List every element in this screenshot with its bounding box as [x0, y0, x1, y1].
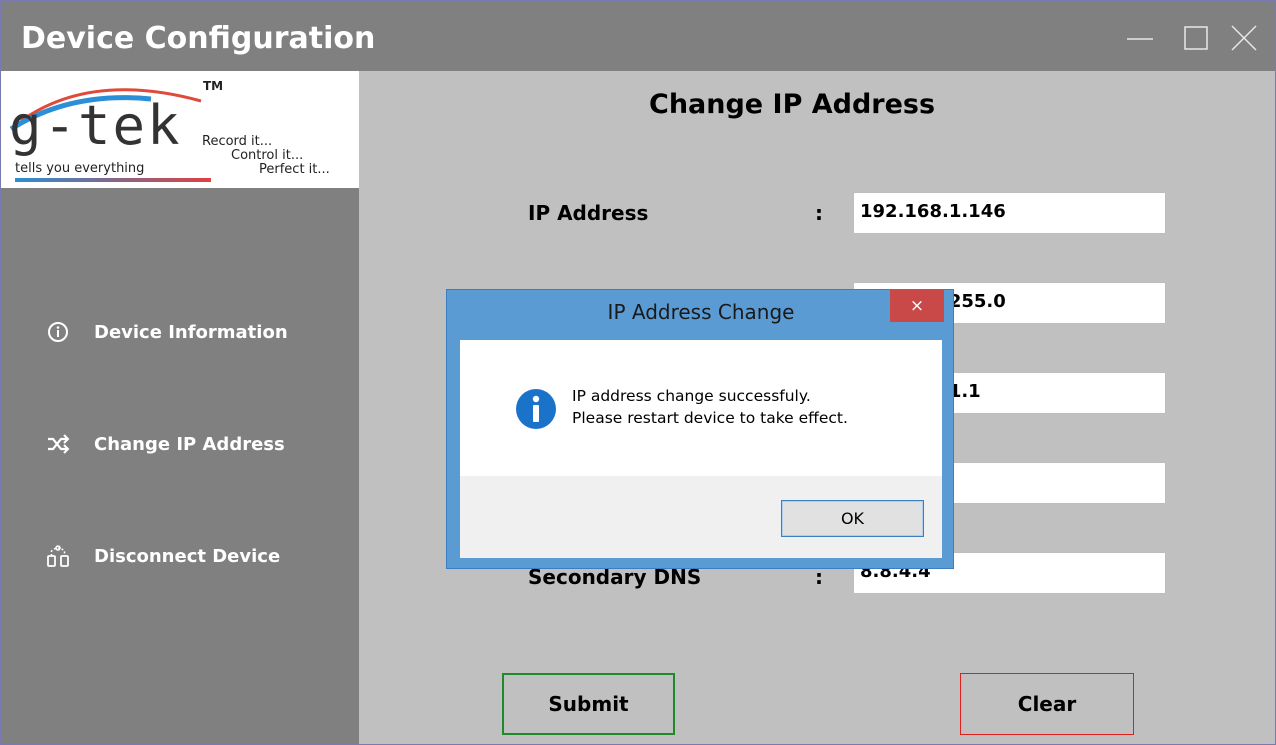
- ok-button[interactable]: OK: [781, 500, 924, 537]
- logo-underline: [15, 178, 211, 182]
- dialog-message-line-1: IP address change successfuly.: [572, 387, 811, 405]
- sidebar-item-device-information[interactable]: Device Information: [1, 307, 359, 357]
- logo-tagline: tells you everything: [15, 161, 145, 176]
- sidebar-item-label: Change IP Address: [94, 433, 285, 455]
- ip-address-field[interactable]: 192.168.1.146: [853, 192, 1166, 234]
- submit-button[interactable]: Submit: [502, 673, 675, 735]
- dialog-message-line-2: Please restart device to take effect.: [572, 409, 848, 427]
- window-title: Device Configuration: [21, 21, 376, 56]
- logo-perfect: Perfect it...: [259, 162, 330, 177]
- dialog-body: IP address change successfuly. Please re…: [460, 340, 942, 558]
- clear-button[interactable]: Clear: [960, 673, 1134, 735]
- minimize-icon[interactable]: [1125, 23, 1155, 53]
- logo-brand: g-tek: [9, 94, 182, 157]
- sidebar-item-label: Device Information: [94, 321, 288, 343]
- logo-trademark: TM: [203, 79, 224, 93]
- info-circle-icon: [48, 322, 68, 342]
- logo-record: Record it...: [202, 134, 273, 149]
- title-bar: Device Configuration: [1, 1, 1275, 71]
- app-window: Device Configuration g-tek TM Record it.…: [0, 0, 1276, 745]
- page-title: Change IP Address: [649, 89, 936, 120]
- ip-change-dialog: IP Address Change × IP address change su…: [446, 289, 954, 569]
- sidebar-item-change-ip-address[interactable]: Change IP Address: [1, 419, 359, 469]
- sidebar-item-label: Disconnect Device: [94, 545, 281, 567]
- dialog-close-button[interactable]: ×: [890, 290, 944, 322]
- shuffle-icon: [48, 434, 70, 454]
- close-icon[interactable]: [1229, 23, 1259, 53]
- disconnect-icon: [47, 545, 69, 567]
- ip-address-label: IP Address: [528, 201, 649, 225]
- dialog-title: IP Address Change: [607, 300, 795, 324]
- ip-address-colon: :: [815, 201, 823, 225]
- sidebar: g-tek TM Record it... Control it... Perf…: [1, 71, 359, 744]
- sidebar-item-disconnect-device[interactable]: Disconnect Device: [1, 531, 359, 581]
- logo-control: Control it...: [231, 148, 304, 163]
- logo: g-tek TM Record it... Control it... Perf…: [1, 71, 359, 188]
- info-icon: [516, 389, 556, 429]
- maximize-icon[interactable]: [1181, 23, 1211, 53]
